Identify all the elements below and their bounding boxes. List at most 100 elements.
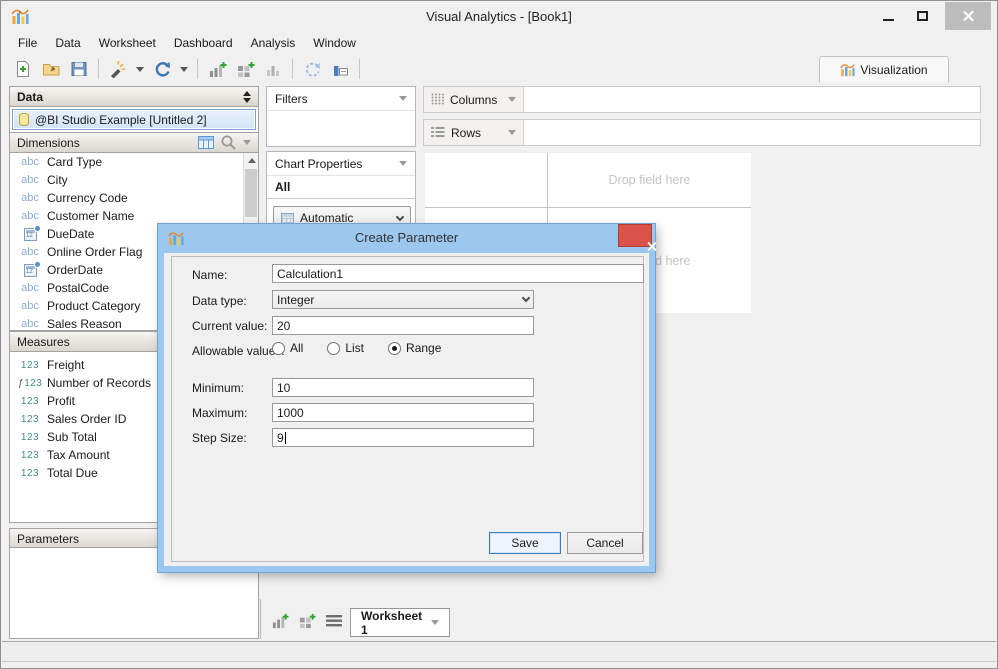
columns-icon xyxy=(431,93,444,105)
new-worksheet-icon[interactable] xyxy=(271,612,289,630)
field-type-icon xyxy=(18,468,42,479)
dimension-item[interactable]: Customer Name xyxy=(10,207,258,225)
dimension-item[interactable]: City xyxy=(10,171,258,189)
dimension-label: Customer Name xyxy=(47,209,135,223)
filters-header: Filters xyxy=(267,87,415,111)
radio-option[interactable]: List xyxy=(327,341,364,355)
worksheet-tab-dropdown-arrow[interactable] xyxy=(431,620,439,625)
filters-dropdown-arrow[interactable] xyxy=(399,96,407,101)
data-type-value: Integer xyxy=(277,292,315,307)
maximize-button[interactable] xyxy=(907,3,937,29)
data-type-label: Data type: xyxy=(192,294,247,308)
menu-item[interactable]: Data xyxy=(46,32,89,55)
field-type-icon xyxy=(18,224,42,241)
allowable-values-label: Allowable values: xyxy=(192,344,285,358)
data-source-wand-icon xyxy=(111,60,126,78)
dimension-item[interactable]: Card Type xyxy=(10,153,258,171)
refresh-button[interactable] xyxy=(150,58,174,80)
refresh-dropdown-arrow[interactable] xyxy=(180,66,188,72)
tab-visualization[interactable]: Visualization xyxy=(819,56,949,82)
dimension-item[interactable]: Currency Code xyxy=(10,189,258,207)
minimize-button[interactable] xyxy=(873,3,903,29)
data-source-button[interactable] xyxy=(106,58,130,80)
dialog-body: Name: Calculation1 Data type: Integer Cu… xyxy=(164,253,649,566)
rows-label: Rows xyxy=(451,125,482,140)
dialog-title-bar: Create Parameter xyxy=(158,224,657,253)
sheet-list-icon[interactable] xyxy=(325,614,343,628)
current-value-input[interactable]: 20 xyxy=(272,316,534,335)
field-type-icon xyxy=(18,378,42,389)
data-type-select[interactable]: Integer xyxy=(272,290,534,309)
chart-properties-dropdown-arrow[interactable] xyxy=(399,161,407,166)
open-button[interactable] xyxy=(39,58,63,80)
new-document-button[interactable] xyxy=(11,58,35,80)
dimension-label: PostalCode xyxy=(47,281,110,295)
mark-type-value: Automatic xyxy=(300,211,354,225)
mark-grid-icon xyxy=(281,212,294,224)
search-icon[interactable] xyxy=(220,134,237,151)
text-cursor xyxy=(284,432,286,444)
show-labels-button[interactable] xyxy=(328,58,352,80)
step-size-input[interactable]: 9 xyxy=(272,428,534,447)
dimension-label: Currency Code xyxy=(47,191,128,205)
close-button[interactable] xyxy=(945,2,991,30)
chart-scope-label: All xyxy=(267,176,415,199)
data-source-dropdown-arrow[interactable] xyxy=(136,66,144,72)
field-type-icon xyxy=(18,318,42,330)
menu-item[interactable]: Dashboard xyxy=(165,32,242,55)
rotate-icon xyxy=(305,62,320,77)
cancel-button[interactable]: Cancel xyxy=(567,532,643,554)
new-dashboard-icon xyxy=(237,61,254,77)
dimension-label: Sales Reason xyxy=(47,317,122,331)
window-title: Visual Analytics - [Book1] xyxy=(426,9,572,24)
maximum-input[interactable]: 1000 xyxy=(272,403,534,422)
sort-icon[interactable] xyxy=(243,90,251,103)
step-size-label: Step Size: xyxy=(192,431,247,445)
new-worksheet-button[interactable] xyxy=(205,58,229,80)
menu-item[interactable]: File xyxy=(9,32,46,55)
measure-label: Sales Order ID xyxy=(47,412,127,426)
new-worksheet-icon xyxy=(209,61,226,77)
menu-item[interactable]: Analysis xyxy=(242,32,305,55)
table-view-icon[interactable] xyxy=(198,136,214,149)
measure-label: Number of Records xyxy=(47,376,152,390)
scrollbar-thumb[interactable] xyxy=(245,169,257,217)
save-button[interactable]: Save xyxy=(489,532,561,554)
visualization-tab-label: Visualization xyxy=(860,62,928,77)
rows-dropdown-arrow[interactable] xyxy=(508,130,516,135)
rotate-button[interactable] xyxy=(300,58,324,80)
dialog-close-button[interactable] xyxy=(618,224,657,251)
new-dashboard-button[interactable] xyxy=(233,58,257,80)
minimum-label: Minimum: xyxy=(192,381,245,395)
radio-option-label: List xyxy=(345,341,365,355)
data-section-header: Data xyxy=(9,86,259,107)
menu-item[interactable]: Worksheet xyxy=(90,32,165,55)
worksheet-tab[interactable]: Worksheet 1 xyxy=(350,608,450,637)
drop-field-hint[interactable]: Drop field here xyxy=(548,153,751,207)
toolbar-separator xyxy=(98,59,99,79)
menu-item[interactable]: Window xyxy=(304,32,365,55)
field-type-icon xyxy=(18,396,42,407)
radio-option[interactable]: Range xyxy=(388,341,441,355)
field-type-icon xyxy=(18,432,42,443)
columns-shelf-label[interactable]: Columns xyxy=(424,87,524,112)
columns-drop-zone[interactable] xyxy=(524,87,980,112)
radio-button-icon xyxy=(327,341,341,355)
search-dropdown-arrow[interactable] xyxy=(243,140,251,145)
minimum-input[interactable]: 10 xyxy=(272,378,534,397)
scroll-up-icon[interactable] xyxy=(244,153,258,168)
title-bar: Visual Analytics - [Book1] xyxy=(1,1,997,31)
rows-drop-zone[interactable] xyxy=(524,120,980,145)
field-type-icon xyxy=(18,210,42,222)
clear-sheet-button[interactable] xyxy=(261,58,285,80)
visualization-icon xyxy=(840,64,856,77)
new-dashboard-icon[interactable] xyxy=(298,612,316,630)
name-input[interactable]: Calculation1 xyxy=(272,264,644,283)
data-source-item[interactable]: @BI Studio Example [Untitled 2] xyxy=(12,109,256,130)
worksheet-tab-label: Worksheet 1 xyxy=(361,608,423,637)
rows-shelf-label[interactable]: Rows xyxy=(424,120,524,145)
columns-dropdown-arrow[interactable] xyxy=(508,97,516,102)
radio-option-label: All xyxy=(290,341,304,355)
radio-option[interactable]: All xyxy=(272,341,303,355)
save-button[interactable] xyxy=(67,58,91,80)
